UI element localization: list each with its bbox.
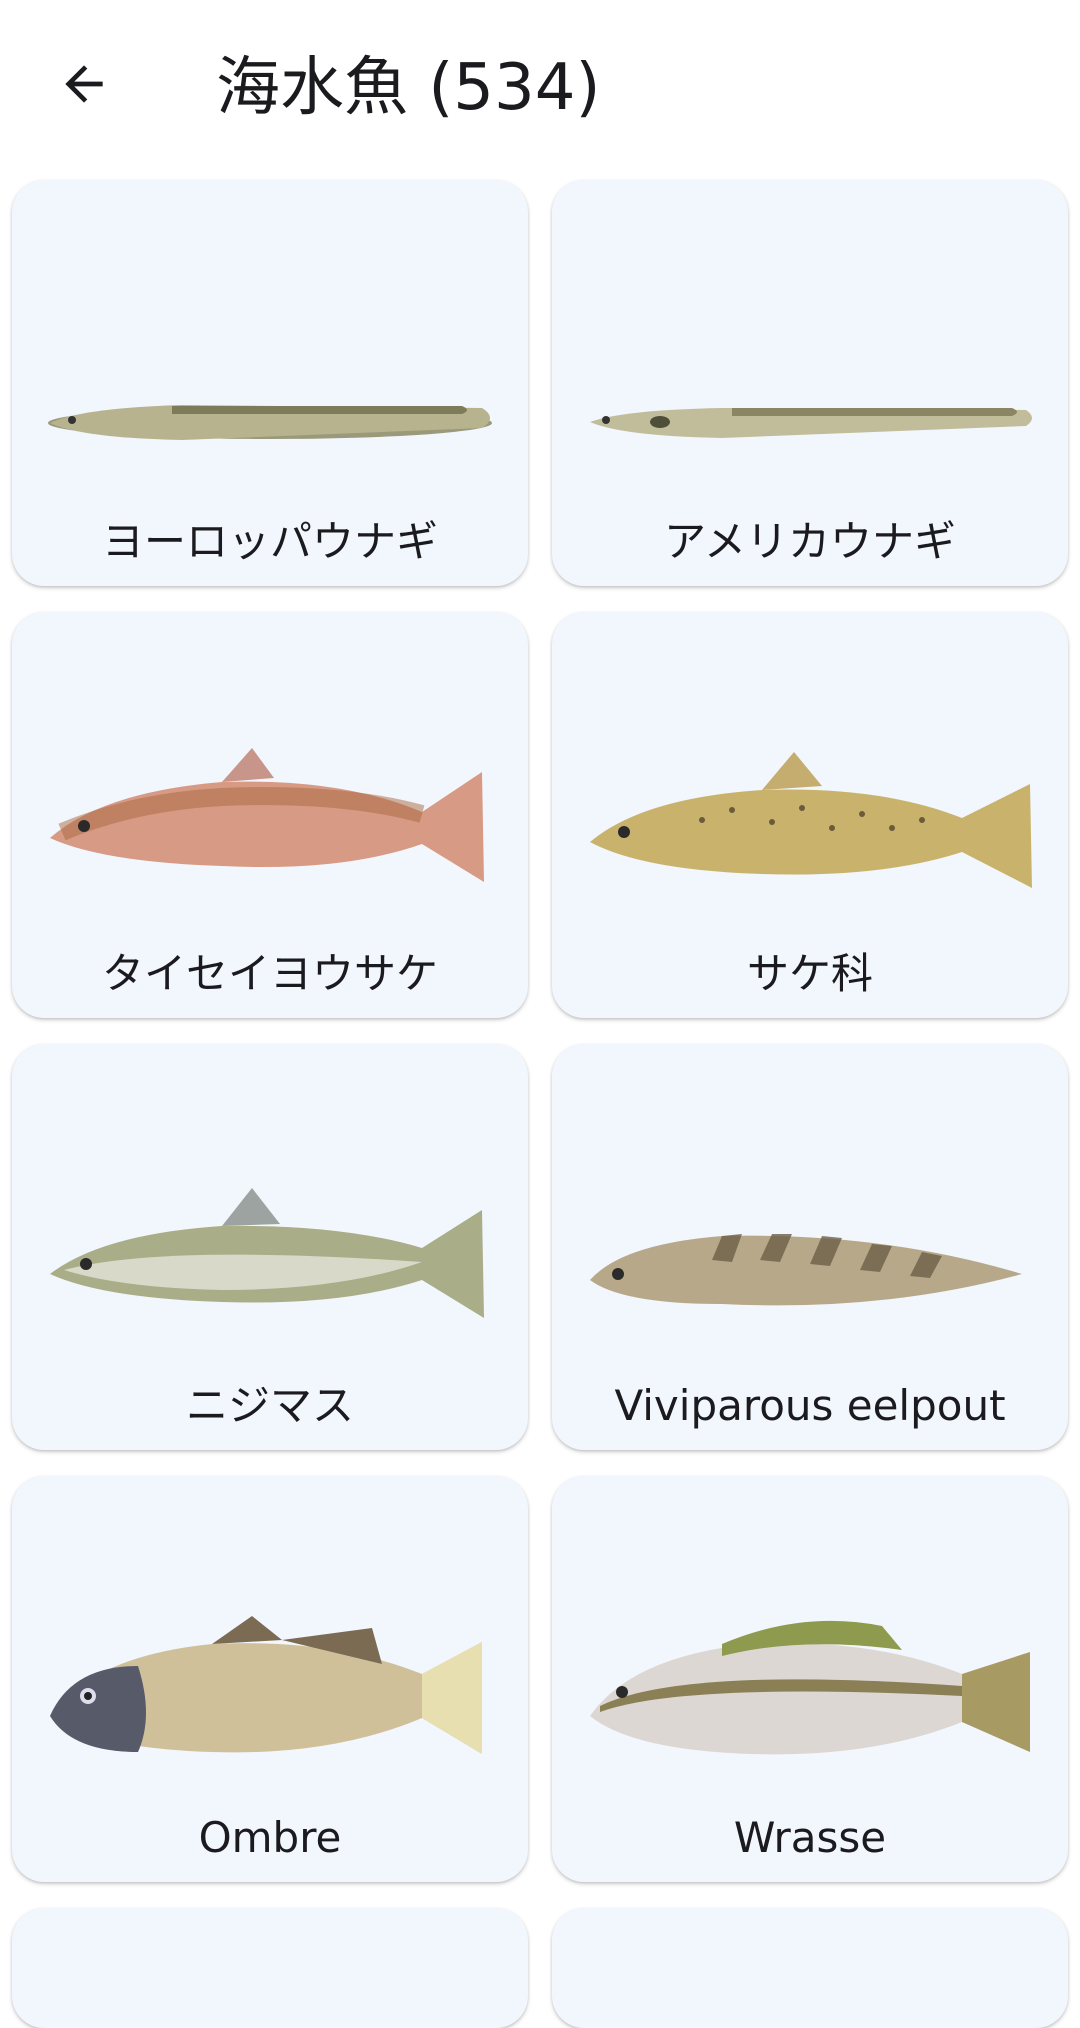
- fish-card[interactable]: ヨーロッパウナギ: [12, 180, 528, 586]
- fish-image: [50, 1188, 484, 1318]
- fish-name: Ombre: [198, 1813, 342, 1862]
- top-app-bar: 海水魚 (534): [0, 0, 1080, 170]
- fish-image: [50, 748, 484, 882]
- fish-name: Wrasse: [733, 1813, 887, 1862]
- page-title: 海水魚 (534): [216, 51, 601, 125]
- fish-name: サケ科: [746, 949, 873, 998]
- fish-image: [590, 1234, 1022, 1306]
- fish-card[interactable]: サケ科: [552, 612, 1068, 1018]
- fish-card[interactable]: ニジマス: [12, 1044, 528, 1450]
- fish-image: [590, 752, 1032, 888]
- arrow-left-icon: [65, 65, 103, 103]
- fish-card[interactable]: [552, 1908, 1068, 2028]
- fish-image: [48, 405, 492, 440]
- fish-name: アメリカウナギ: [664, 517, 956, 566]
- back-button[interactable]: [44, 44, 124, 124]
- fish-name: ヨーロッパウナギ: [101, 517, 438, 566]
- fish-name: ニジマス: [185, 1381, 354, 1430]
- fish-card[interactable]: Wrasse: [552, 1476, 1068, 1882]
- fish-image: [50, 1616, 482, 1754]
- fish-card[interactable]: [12, 1908, 528, 2028]
- fish-image: [590, 408, 1032, 438]
- fish-image: [590, 1620, 1030, 1755]
- fish-name: Viviparous eelpout: [614, 1381, 1006, 1430]
- fish-card[interactable]: アメリカウナギ: [552, 180, 1068, 586]
- fish-card[interactable]: タイセイヨウサケ: [12, 612, 528, 1018]
- fish-name: タイセイヨウサケ: [101, 949, 438, 998]
- fish-card[interactable]: Ombre: [12, 1476, 528, 1882]
- fish-card[interactable]: Viviparous eelpout: [552, 1044, 1068, 1450]
